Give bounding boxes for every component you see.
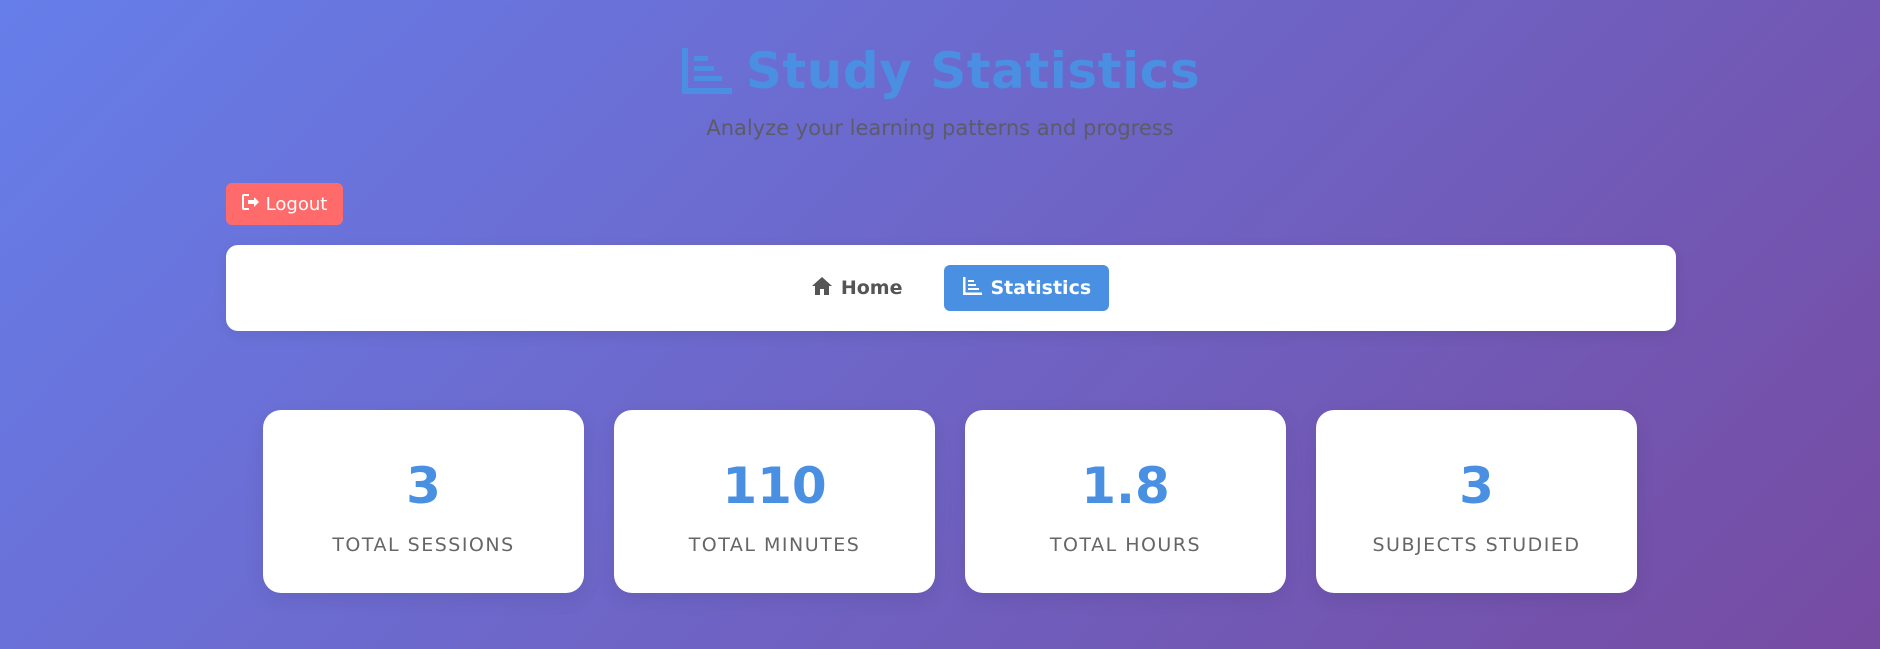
stats-grid: 3 TOTAL SESSIONS 110 TOTAL MINUTES 1.8 T… bbox=[263, 410, 1637, 593]
page-title: Study Statistics bbox=[680, 40, 1200, 102]
stat-card-total-minutes: 110 TOTAL MINUTES bbox=[614, 410, 935, 593]
nav-item-statistics[interactable]: Statistics bbox=[944, 265, 1110, 311]
stat-label: SUBJECTS STUDIED bbox=[1372, 534, 1581, 556]
stat-value: 1.8 bbox=[1081, 457, 1170, 515]
page-header: Study Statistics Analyze your learning p… bbox=[0, 40, 1880, 140]
stat-card-total-hours: 1.8 TOTAL HOURS bbox=[965, 410, 1286, 593]
nav-item-label: Statistics bbox=[990, 277, 1092, 299]
stat-value: 110 bbox=[722, 457, 827, 515]
stat-label: TOTAL SESSIONS bbox=[332, 534, 515, 556]
bar-chart-icon bbox=[962, 276, 983, 300]
nav-item-home[interactable]: Home bbox=[793, 265, 921, 311]
bar-chart-icon bbox=[680, 48, 732, 94]
page-title-text: Study Statistics bbox=[745, 42, 1201, 100]
stat-label: TOTAL HOURS bbox=[1049, 534, 1202, 556]
logout-label: Logout bbox=[265, 193, 328, 215]
sign-out-icon bbox=[241, 193, 260, 215]
stat-card-subjects-studied: 3 SUBJECTS STUDIED bbox=[1316, 410, 1637, 593]
stat-value: 3 bbox=[1459, 457, 1494, 515]
stat-value: 3 bbox=[406, 457, 441, 515]
page-subtitle: Analyze your learning patterns and progr… bbox=[706, 116, 1174, 140]
logout-button[interactable]: Logout bbox=[226, 183, 343, 225]
stat-label: TOTAL MINUTES bbox=[688, 534, 861, 556]
home-icon bbox=[811, 276, 833, 301]
stat-card-total-sessions: 3 TOTAL SESSIONS bbox=[263, 410, 584, 593]
main-nav: Home Statistics bbox=[226, 245, 1676, 331]
nav-item-label: Home bbox=[840, 277, 903, 299]
